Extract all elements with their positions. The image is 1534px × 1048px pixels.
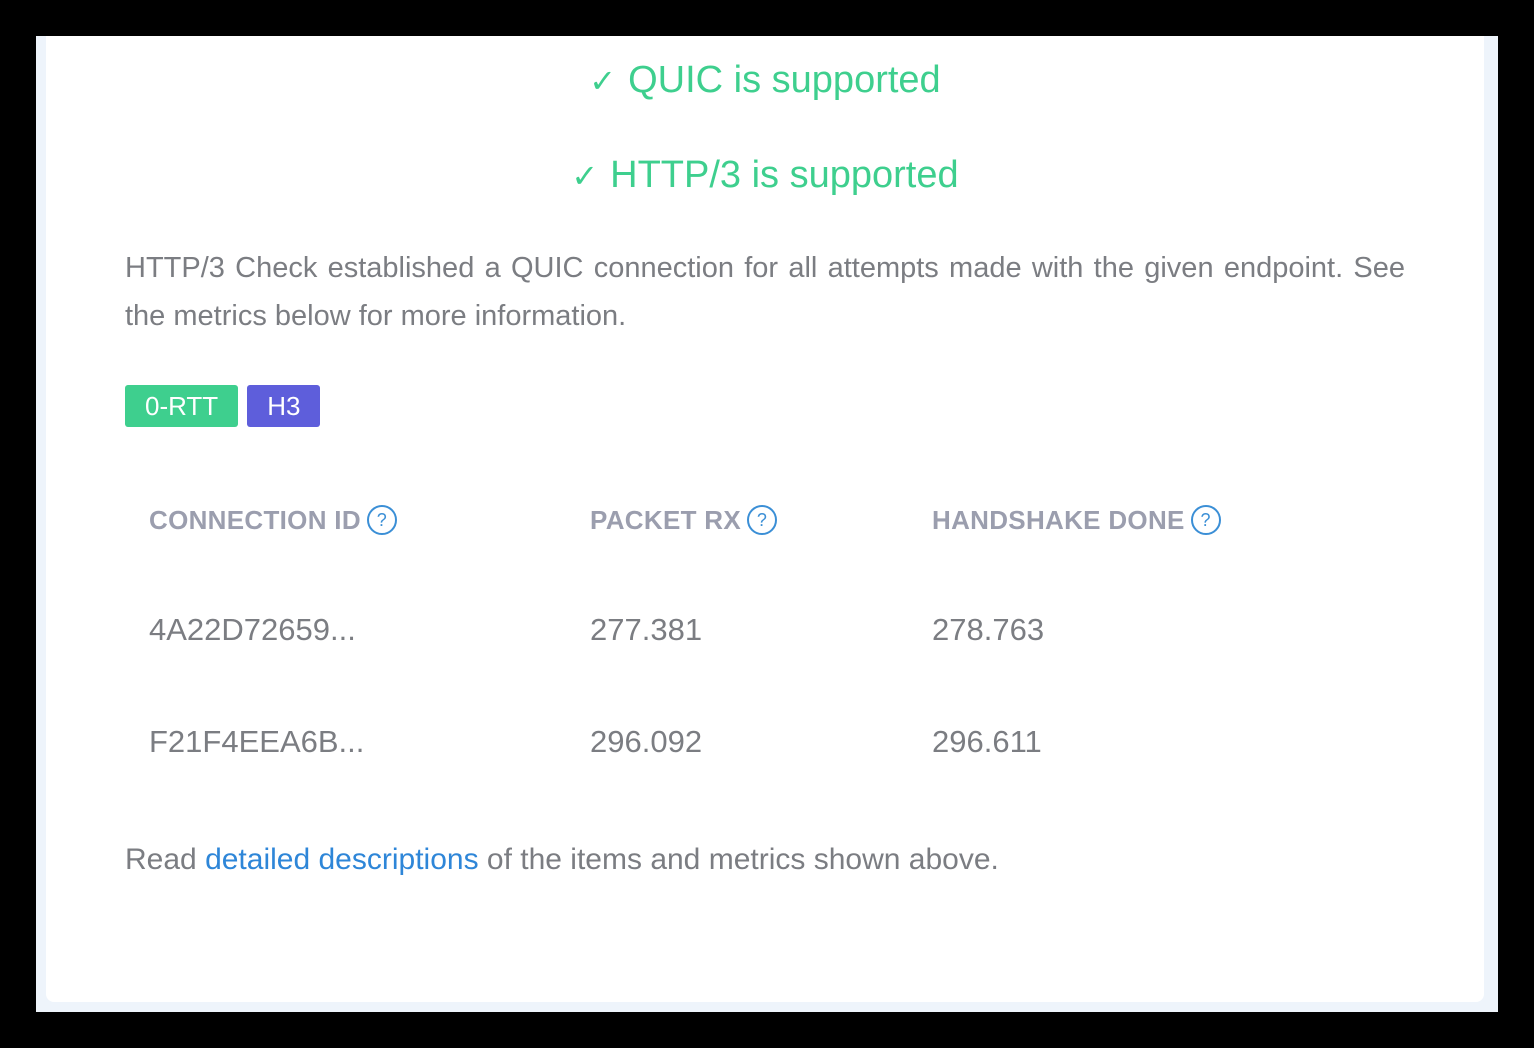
footer-suffix: of the items and metrics shown above. (478, 843, 999, 876)
badge-h3: H3 (247, 385, 321, 427)
detailed-descriptions-link[interactable]: detailed descriptions (205, 843, 479, 876)
column-header-label: CONNECTION ID (149, 505, 361, 535)
connection-id-cell: F21F4EEA6B... (149, 724, 365, 759)
question-circle-icon[interactable]: ? (747, 505, 778, 536)
column-header-label: PACKET RX (590, 505, 742, 535)
packet-rx-cell: 296.092 (590, 724, 703, 759)
column-header-label: HANDSHAKE DONE (932, 505, 1185, 535)
column-header-handshake-done: HANDSHAKE DONE? (932, 490, 1221, 550)
column-header-connection-id: CONNECTION ID? (149, 490, 397, 550)
question-circle-icon[interactable]: ? (366, 505, 397, 536)
question-circle-icon[interactable]: ? (1190, 505, 1221, 536)
result-description: HTTP/3 Check established a QUIC connecti… (125, 252, 1405, 332)
connection-id-cell: 4A22D72659... (149, 612, 356, 647)
column-header-packet-rx: PACKET RX? (590, 490, 778, 550)
table-header-row: CONNECTION ID? PACKET RX? HANDSHAKE DONE… (125, 490, 1405, 550)
http3-status: ✓ HTTP/3 is supported (46, 153, 1484, 198)
footer-prefix: Read (125, 843, 206, 876)
handshake-done-cell: 278.763 (932, 612, 1045, 647)
quic-status-text: QUIC is supported (628, 59, 941, 101)
checkmark-icon: ✓ (589, 63, 617, 99)
protocol-badges: 0-RTT H3 (125, 385, 321, 427)
quic-status: ✓ QUIC is supported (46, 58, 1484, 103)
checkmark-icon: ✓ (571, 158, 599, 194)
handshake-done-cell: 296.611 (932, 724, 1042, 759)
results-card: ✓ QUIC is supported ✓ HTTP/3 is supported … (46, 36, 1484, 1002)
footer-note: Read detailed descriptions of the items … (125, 836, 999, 884)
window-frame: ✓ QUIC is supported ✓ HTTP/3 is supported … (36, 36, 1498, 1012)
table-row: 4A22D72659... 277.381 278.763 (125, 600, 1405, 660)
packet-rx-cell: 277.381 (590, 612, 703, 647)
table-row: F21F4EEA6B... 296.092 296.611 (125, 712, 1405, 772)
badge-0rtt: 0-RTT (125, 385, 239, 427)
http3-status-text: HTTP/3 is supported (610, 154, 959, 196)
